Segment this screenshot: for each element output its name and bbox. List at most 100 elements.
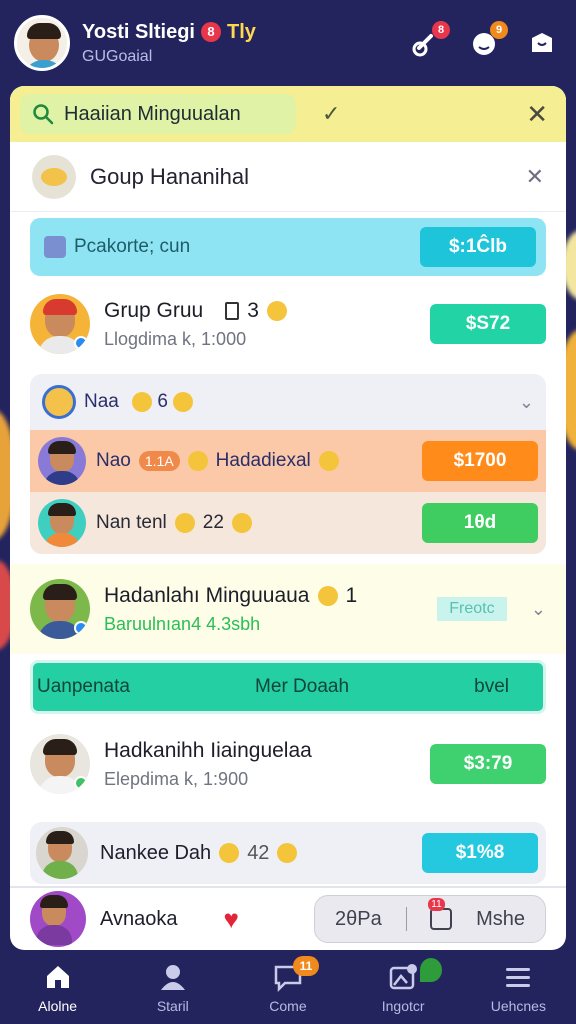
group-title: Goup Hananihal bbox=[90, 163, 250, 189]
price-button[interactable]: $1%8 bbox=[422, 833, 538, 873]
image-icon bbox=[389, 964, 418, 990]
list-item-info: Hadkanihh Iiainguelaa Elepdima k, 1:900 bbox=[104, 739, 430, 790]
close-icon[interactable]: ✕ bbox=[526, 164, 544, 190]
list-item-title: Grup Gruu 3 bbox=[104, 299, 430, 323]
bottom-navigation: Alolne Staril 11 Come Ingotcr Uehcnes bbox=[0, 952, 576, 1024]
compose-right: Mshe bbox=[476, 907, 525, 930]
list-item-subtitle: Baruulnıan4 4.3sbh bbox=[104, 613, 261, 634]
banner-text: Pcakorte; cun bbox=[74, 236, 191, 257]
compose-badge: 11 bbox=[428, 898, 445, 911]
avatar[interactable] bbox=[30, 734, 90, 794]
nested-group: Naa 6 ⌄ Nao 1.1A Hadadiexal $1700 Nan te… bbox=[30, 374, 546, 554]
emoji-badge: 9 bbox=[490, 21, 508, 39]
list-item[interactable]: Nankee Dah 42 $1%8 bbox=[30, 822, 546, 884]
avatar[interactable] bbox=[38, 437, 86, 485]
smile-emoji-icon bbox=[174, 513, 195, 533]
list-item[interactable]: Hadkanihh Iiainguelaa Elepdima k, 1:900 … bbox=[10, 722, 566, 806]
list-item-title: Hadanlahı Minguuaua 1 bbox=[104, 583, 358, 607]
list-item[interactable]: Grup Gruu 3 Llogdima k, 1:000 $S72 bbox=[10, 282, 566, 366]
compose-left: 2θPa bbox=[335, 907, 382, 930]
leaf-icon bbox=[420, 958, 443, 982]
action-bar-center: Mer Doaah bbox=[255, 676, 350, 697]
home-icon bbox=[46, 966, 69, 988]
nav-item-home[interactable]: Alolne bbox=[13, 962, 103, 1014]
list-item-title: Hadkanihh Iiainguelaa bbox=[104, 738, 312, 762]
action-bar-right: bvel bbox=[474, 676, 509, 697]
avatar[interactable] bbox=[14, 15, 70, 71]
link-button[interactable]: 8 bbox=[406, 21, 450, 63]
close-icon[interactable]: ✕ bbox=[526, 99, 548, 130]
price-button[interactable]: $S72 bbox=[430, 304, 546, 344]
group-logo bbox=[42, 385, 76, 419]
person-icon bbox=[160, 965, 185, 990]
search-icon bbox=[33, 104, 54, 125]
notification-dot: 8 bbox=[200, 22, 221, 42]
list-item-title: Nao 1.1A Hadadiexal bbox=[96, 450, 422, 472]
header-actions: 8 9 bbox=[406, 21, 562, 63]
smile-emoji-icon bbox=[318, 451, 339, 471]
list-item[interactable]: Hadanlahı Minguuaua 1 Baruulnıan4 4.3sbh… bbox=[10, 564, 566, 654]
avatar[interactable] bbox=[30, 294, 90, 354]
avatar[interactable] bbox=[30, 891, 86, 947]
nav-item-profile[interactable]: Staril bbox=[128, 962, 218, 1014]
composer-row: Avnaoka ♥ 2θPa 11 Mshe bbox=[10, 886, 566, 950]
list-item-info: Hadanlahı Minguuaua 1 Baruulnıan4 4.3sbh bbox=[104, 584, 437, 635]
price-button[interactable]: $1700 bbox=[422, 441, 538, 481]
message-input[interactable]: 2θPa 11 Mshe bbox=[314, 895, 546, 943]
list-item[interactable]: Nao 1.1A Hadadiexal $1700 bbox=[30, 430, 546, 492]
price-button[interactable]: $:1Ĉlb bbox=[420, 227, 536, 267]
nested-group-header[interactable]: Naa 6 ⌄ bbox=[30, 374, 546, 430]
verified-icon bbox=[74, 776, 88, 790]
store-icon bbox=[532, 33, 552, 52]
document-icon bbox=[225, 301, 240, 320]
nav-item-chat[interactable]: 11 Come bbox=[243, 956, 333, 1014]
smile-emoji-icon bbox=[219, 843, 240, 863]
gift-icon bbox=[44, 236, 66, 258]
confirm-icon[interactable]: ✓ bbox=[322, 101, 340, 127]
avatar[interactable] bbox=[36, 827, 88, 879]
list-item-title: Nan tenl 22 bbox=[96, 512, 422, 534]
list-item-info: Grup Gruu 3 Llogdima k, 1:000 bbox=[104, 299, 430, 350]
profile-header: Yosti Sltiegi 8 Tly GUGoaial 8 9 bbox=[0, 0, 576, 86]
heart-icon[interactable]: ♥ bbox=[223, 904, 238, 935]
price-button[interactable]: 1θd bbox=[422, 503, 538, 543]
group-panel: Haaiian Minguualan ✓ ✕ Goup Hananihal ✕ … bbox=[10, 86, 566, 950]
verified-icon bbox=[74, 621, 88, 635]
user-name[interactable]: Yosti Sltiegi 8 Tly bbox=[82, 21, 406, 44]
verified-icon bbox=[74, 336, 88, 350]
divider bbox=[405, 907, 407, 931]
smile-emoji-icon bbox=[187, 451, 208, 471]
list-item-subtitle: Elepdima k, 1:900 bbox=[104, 768, 249, 789]
search-value: Haaiian Minguualan bbox=[64, 102, 241, 125]
nested-group-title: Naa 6 bbox=[84, 391, 519, 413]
promo-banner[interactable]: Pcakorte; cun $:1Ĉlb bbox=[30, 218, 546, 276]
status-badge: Freotc bbox=[436, 597, 507, 621]
composer-user-name: Avnaoka bbox=[100, 907, 178, 930]
smile-emoji-icon bbox=[266, 300, 287, 321]
nav-item-media[interactable]: Ingotcr bbox=[358, 958, 448, 1014]
smile-emoji-icon bbox=[173, 391, 194, 412]
search-bar: Haaiian Minguualan ✓ ✕ bbox=[10, 86, 566, 142]
action-bar-left: Uanpenata bbox=[37, 676, 130, 697]
user-icon: 11 bbox=[428, 898, 453, 930]
chevron-down-icon[interactable]: ⌄ bbox=[519, 392, 534, 413]
nav-item-menu[interactable]: Uehcnes bbox=[473, 962, 563, 1014]
link-badge: 8 bbox=[432, 21, 450, 39]
list-item[interactable]: Nan tenl 22 1θd bbox=[30, 492, 546, 554]
list-item-title: Nankee Dah 42 bbox=[100, 842, 422, 865]
emoji-button[interactable]: 9 bbox=[464, 21, 508, 63]
smile-emoji-icon bbox=[317, 585, 338, 606]
price-button[interactable]: $3:79 bbox=[430, 744, 546, 784]
group-header: Goup Hananihal ✕ bbox=[10, 142, 566, 212]
search-input[interactable]: Haaiian Minguualan bbox=[20, 94, 296, 134]
smile-emoji-icon bbox=[277, 843, 298, 863]
action-bar[interactable]: Uanpenata Mer Doaah bvel bbox=[30, 660, 546, 714]
avatar[interactable] bbox=[30, 579, 90, 639]
chat-badge: 11 bbox=[292, 956, 319, 976]
smile-emoji-icon bbox=[231, 513, 252, 533]
store-button[interactable] bbox=[522, 23, 562, 63]
menu-icon bbox=[506, 968, 531, 987]
user-info: Yosti Sltiegi 8 Tly GUGoaial bbox=[82, 21, 406, 66]
chevron-down-icon[interactable]: ⌄ bbox=[531, 599, 546, 620]
avatar[interactable] bbox=[38, 499, 86, 547]
